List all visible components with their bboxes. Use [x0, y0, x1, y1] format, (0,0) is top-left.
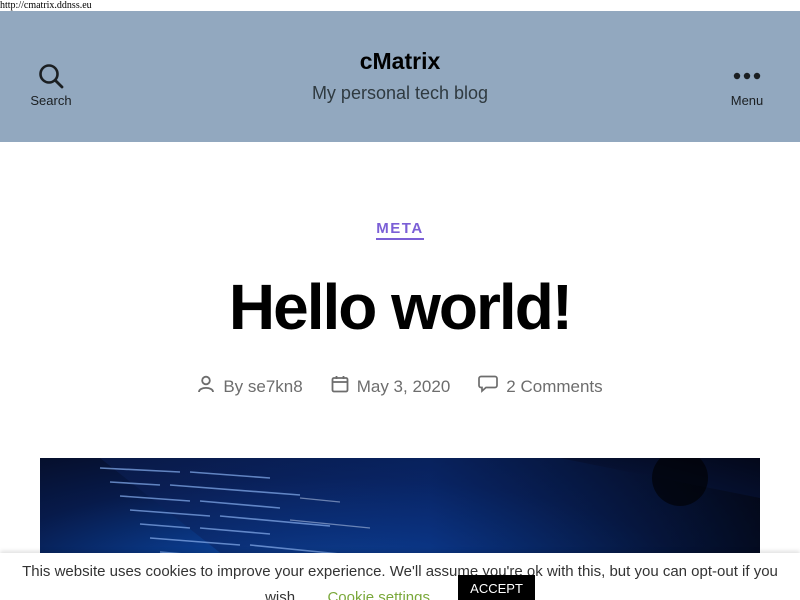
cookie-message-tail: wish. — [265, 589, 300, 600]
post-meta: By se7kn8 May 3, 2020 2 Comments — [0, 375, 800, 398]
site-description: My personal tech blog — [311, 83, 489, 103]
post-comments: 2 Comments — [478, 375, 603, 398]
site-header: Search cMatrix My personal tech blog Men… — [0, 11, 800, 142]
cookie-message: This website uses cookies to improve you… — [22, 563, 778, 580]
person-icon — [197, 375, 215, 398]
cookie-notice-bar: This website uses cookies to improve you… — [0, 553, 800, 600]
comment-bubble-icon — [478, 375, 499, 398]
author-link[interactable]: By se7kn8 — [223, 377, 302, 397]
calendar-icon — [331, 375, 349, 398]
comments-link[interactable]: 2 Comments — [506, 377, 602, 397]
menu-dots-icon — [702, 63, 792, 89]
accept-cookies-button[interactable]: ACCEPT — [458, 575, 535, 600]
menu-toggle-button[interactable]: Menu — [702, 63, 792, 108]
post-author: By se7kn8 — [197, 375, 303, 398]
site-title[interactable]: cMatrix — [0, 48, 800, 75]
cookie-settings-link[interactable]: Cookie settings — [327, 589, 430, 600]
date-link[interactable]: May 3, 2020 — [357, 377, 451, 397]
category-link-meta[interactable]: META — [376, 220, 424, 240]
menu-label: Menu — [730, 93, 764, 108]
page-url: http://cmatrix.ddnss.eu — [0, 0, 800, 11]
post-category: META — [0, 220, 800, 240]
post-date: May 3, 2020 — [331, 375, 451, 398]
post-title: Hello world! — [228, 271, 573, 343]
